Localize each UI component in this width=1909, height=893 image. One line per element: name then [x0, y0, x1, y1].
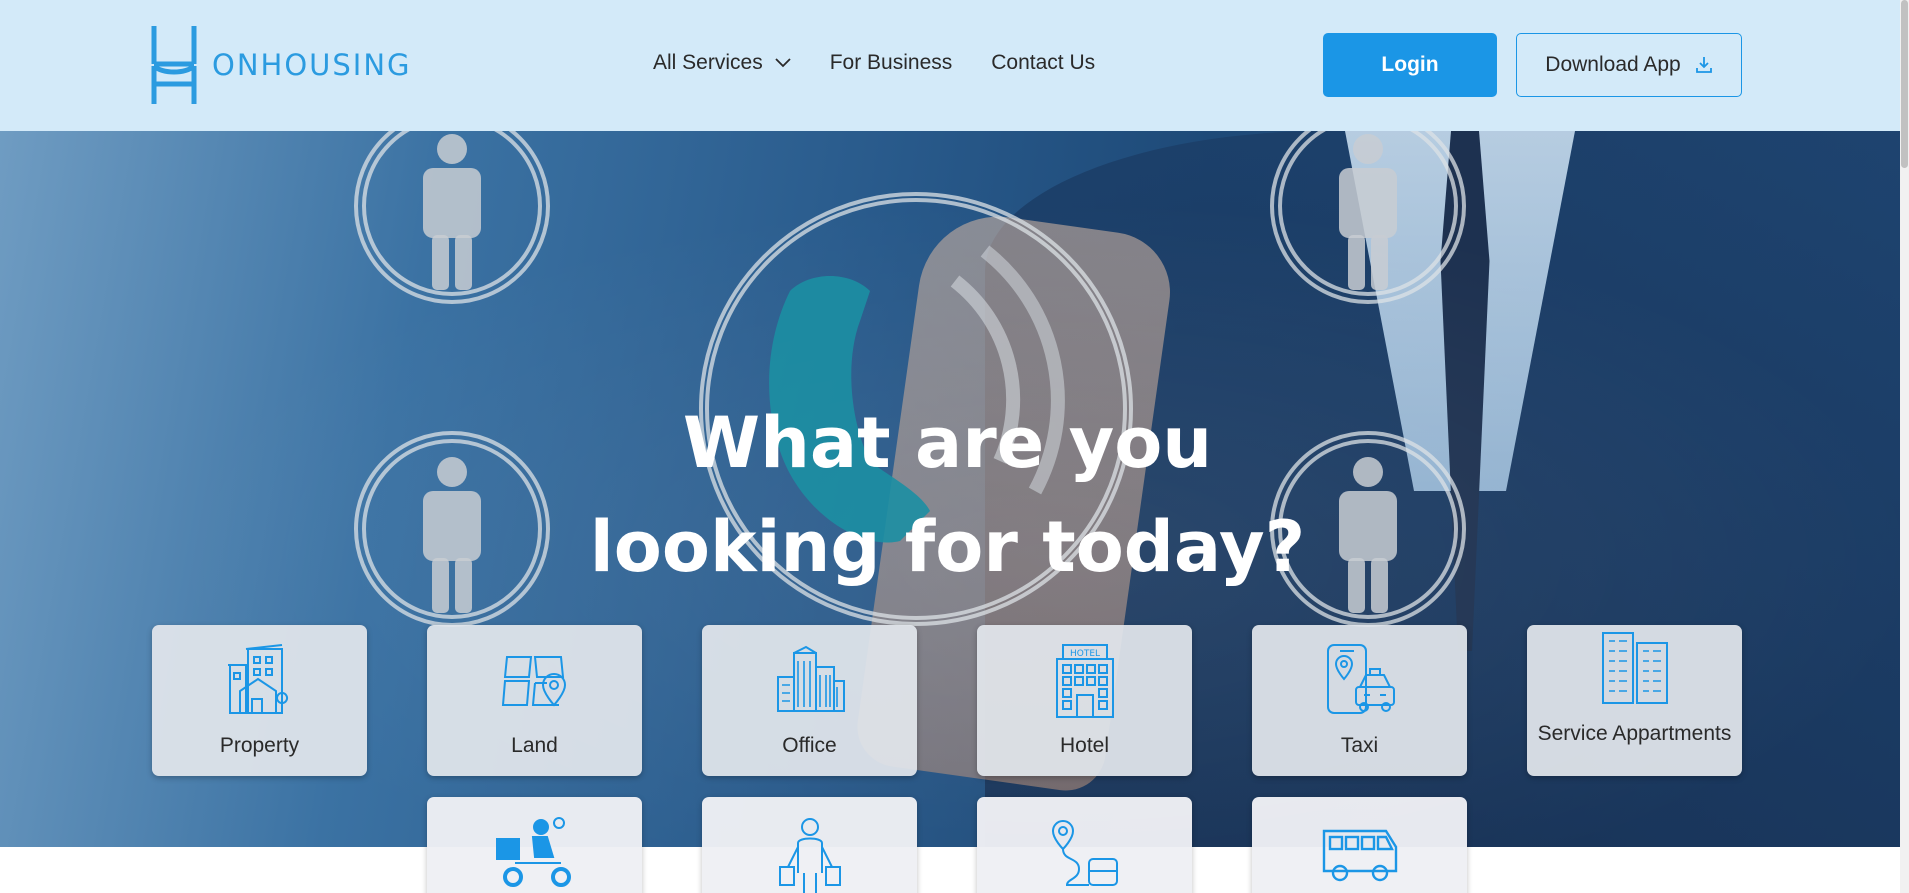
nav-for-business-label: For Business: [829, 51, 953, 74]
service-card-label: Land: [511, 734, 558, 757]
bus-icon: [1322, 829, 1398, 882]
service-card-route[interactable]: [977, 797, 1192, 893]
hero-title-line-1: What are you: [682, 402, 1213, 484]
page-scrollbar[interactable]: [1900, 0, 1909, 893]
delivery-scooter-icon: [496, 817, 571, 887]
service-card-delivery[interactable]: [427, 797, 642, 893]
apartment-building-icon: [1602, 632, 1668, 704]
service-card-label: Taxi: [1340, 734, 1379, 757]
svg-text:HOTEL: HOTEL: [1070, 649, 1100, 659]
taxi-icon: [1327, 644, 1395, 714]
service-card-label: Property: [219, 734, 300, 757]
nav-for-business[interactable]: For Business: [830, 51, 953, 75]
nav-contact-us-label: Contact Us: [991, 51, 1096, 74]
brand-logo[interactable]: ONHOUSING: [150, 24, 412, 106]
service-card-service-appartments[interactable]: Service Appartments: [1527, 625, 1742, 776]
service-card-land[interactable]: Land: [427, 625, 642, 776]
service-card-label: Service Appartments: [1537, 722, 1732, 745]
service-card-property[interactable]: Property: [152, 625, 367, 776]
hero-title: What are you looking for today?: [0, 391, 1895, 599]
service-card-shopping[interactable]: [702, 797, 917, 893]
nav-all-services-label: All Services: [653, 51, 763, 74]
download-app-button[interactable]: Download App: [1516, 33, 1742, 97]
office-building-icon: [777, 645, 845, 712]
shopper-icon: [779, 818, 841, 893]
service-card-taxi[interactable]: Taxi: [1252, 625, 1467, 776]
nav-contact-us[interactable]: Contact Us: [991, 51, 1095, 75]
land-map-icon: [501, 656, 567, 707]
site-header: ONHOUSING All Services For Business Cont…: [0, 0, 1900, 131]
property-icon: [228, 644, 289, 714]
route-bus-icon: [1051, 820, 1118, 886]
nav-all-services[interactable]: All Services: [653, 51, 791, 75]
service-card-label: Office: [782, 734, 837, 757]
download-app-label: Download App: [1545, 53, 1681, 76]
brand-name: ONHOUSING: [212, 48, 412, 82]
main-nav: All Services For Business Contact Us: [653, 51, 1095, 75]
service-card-office[interactable]: Office: [702, 625, 917, 776]
logo-mark-icon: [151, 26, 197, 104]
hotel-icon: HOTEL: [1056, 644, 1114, 718]
login-button[interactable]: Login: [1323, 33, 1497, 97]
download-icon: [1695, 57, 1712, 73]
service-card-label: Hotel: [1059, 734, 1110, 757]
service-card-bus[interactable]: [1252, 797, 1467, 893]
hero-title-line-2: looking for today?: [589, 506, 1306, 588]
scrollbar-thumb[interactable]: [1901, 0, 1908, 168]
service-card-hotel[interactable]: HOTEL Hotel: [977, 625, 1192, 776]
chevron-down-icon: [775, 58, 791, 68]
